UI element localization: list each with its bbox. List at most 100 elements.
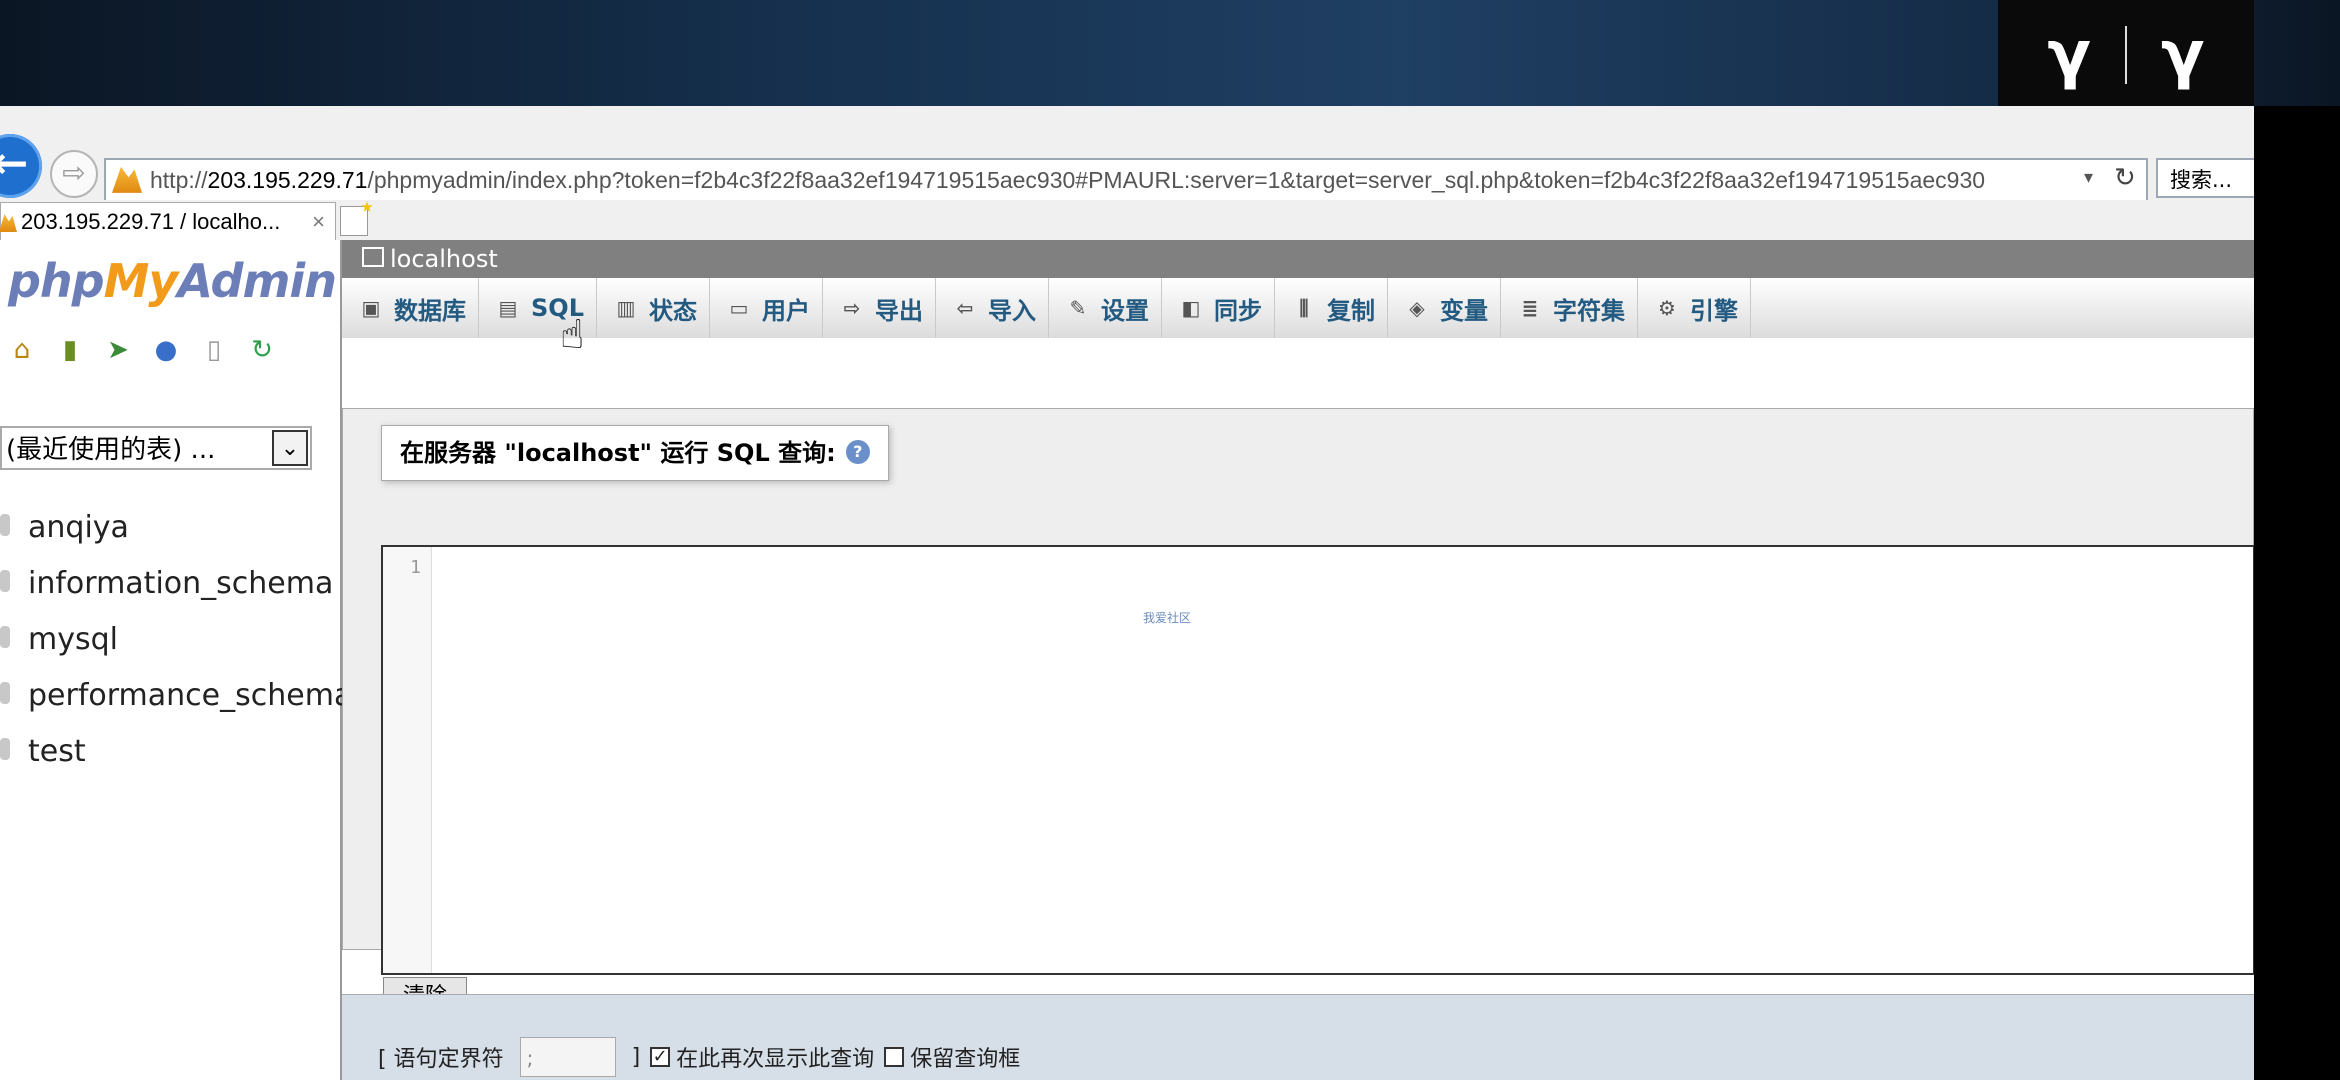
tab-active[interactable]: 203.195.229.71 / localho... × [0,202,336,241]
url-prefix: http:// [150,167,208,193]
new-tab-icon[interactable] [340,206,368,236]
export-icon: ⇨ [843,296,861,320]
database-name: information_schema [28,566,334,601]
reload-icon[interactable]: ↻ [248,336,276,364]
delimiter-close: ] [631,1044,641,1070]
show-query-checkbox[interactable]: ✓ [650,1047,671,1067]
tab-label: 引擎 [1689,296,1738,325]
import-icon: ⇦ [956,296,974,320]
line-gutter: 1 [383,547,432,973]
database-item[interactable]: performance_schema [0,668,352,724]
database-icon [0,569,10,592]
tab-label: 变量 [1439,296,1488,325]
tab-status[interactable]: ▥ 状态 [597,278,710,338]
query-options: [ 语句定界符 ; ] ✓ 在此再次显示此查询 保留查询框 [342,994,2254,1080]
tab-label: 数据库 [394,296,466,325]
status-icon: ▥ [616,296,636,320]
address-bar-area: ← ⇨ http://203.195.229.71/phpmyadmin/ind… [0,106,2254,202]
line-number: 1 [410,557,421,578]
recent-tables-select[interactable]: (最近使用的表) ... ⌄ [0,426,312,470]
database-list: anqiya information_schema mysql performa… [0,500,352,780]
tab-label: 同步 [1213,296,1262,325]
tab-label: 用户 [761,296,810,325]
tab-sync[interactable]: ◧ 同步 [1162,278,1275,338]
database-item[interactable]: mysql [0,612,352,668]
chevron-down-icon[interactable]: ⌄ [272,430,308,466]
delimiter-label: [ 语句定界符 [378,1047,504,1072]
tab-import[interactable]: ⇦ 导入 [936,278,1049,338]
database-name: test [28,734,86,769]
database-icon: ▣ [361,296,381,320]
database-icon [0,513,10,536]
server-breadcrumb: localhost [342,240,2254,278]
channel-logo: γ γ [1998,0,2254,110]
tab-settings[interactable]: ✎ 设置 [1049,278,1162,338]
watermark-text: 我爱社区 [1143,611,1192,625]
docs-icon[interactable]: ● [152,336,180,364]
logo-divider [2125,26,2127,84]
tab-close-icon[interactable]: × [312,203,325,241]
database-name: performance_schema [28,678,353,713]
database-icon [0,625,10,648]
logo-admin: Admin [177,254,337,308]
query-legend-text: 在服务器 "localhost" 运行 SQL 查询: [400,439,836,467]
sql-docs-icon[interactable]: ▯ [200,336,228,364]
query-legend: 在服务器 "localhost" 运行 SQL 查询:? [381,425,889,481]
server-icon [362,247,384,267]
logout-icon[interactable]: ▮ [56,336,84,364]
tab-label: 设置 [1100,296,1149,325]
url-host: 203.195.229.71 [207,167,368,193]
back-button[interactable]: ← [0,134,42,198]
sql-query-panel: 在服务器 "localhost" 运行 SQL 查询:? 1 我爱社区 清除 [… [342,338,2254,1080]
tab-label: 字符集 [1552,296,1625,325]
delimiter-input[interactable]: ; [519,1037,616,1077]
search-input[interactable]: 搜索... [2156,158,2254,198]
home-icon[interactable]: ⌂ [8,336,36,364]
forward-button[interactable]: ⇨ [50,150,98,198]
show-query-label: 在此再次显示此查询 [676,1047,875,1072]
sidebar-nav-icons: ⌂ ▮ ➤ ● ▯ ↻ [8,336,276,364]
tab-label: 状态 [648,296,697,325]
charset-icon: ≣ [1521,296,1539,320]
server-link[interactable]: localhost [390,245,498,273]
logo-my: My [103,254,179,308]
sql-editor[interactable]: 1 我爱社区 [381,545,2254,975]
tab-label: 复制 [1326,296,1375,325]
tab-engines[interactable]: ⚙ 引擎 [1638,278,1751,338]
url-input[interactable]: http://203.195.229.71/phpmyadmin/index.p… [104,158,2148,202]
query-fieldset: 在服务器 "localhost" 运行 SQL 查询:? 1 我爱社区 清除 [342,408,2254,1017]
engines-icon: ⚙ [1658,296,1676,320]
hand-cursor-icon: ☝ [560,312,585,358]
tab-title: 203.195.229.71 / localho... [21,209,281,234]
sync-icon: ◧ [1181,296,1201,320]
tab-label: 导出 [874,296,923,325]
options-row: [ 语句定界符 ; ] ✓ 在此再次显示此查询 保留查询框 [378,1037,1020,1077]
tab-variables[interactable]: ◈ 变量 [1388,278,1501,338]
query-window-icon[interactable]: ➤ [104,336,132,364]
tab-favicon-icon [0,214,17,233]
browser-window: ← ⇨ http://203.195.229.71/phpmyadmin/ind… [0,106,2254,1080]
pma-sidebar: phpMyAdmin ⌂ ▮ ➤ ● ▯ ↻ (最近使用的表) ... ⌄ an… [0,240,352,1080]
pma-main: localhost ▣ 数据库 ▤ SQL ▥ 状态 ▭ 用户 ⇨ 导出 ⇦ 导入 ✎ 设置 … [342,240,2254,1080]
tab-users[interactable]: ▭ 用户 [710,278,823,338]
phpmyadmin-logo[interactable]: phpMyAdmin [8,254,337,308]
tab-replication[interactable]: ⫼ 复制 [1275,278,1388,338]
sql-icon: ▤ [498,296,518,320]
wrench-icon: ✎ [1069,296,1087,320]
database-item[interactable]: information_schema [0,556,352,612]
logo-left-glyph: γ [2047,18,2091,92]
replication-icon: ⫼ [1299,296,1309,320]
pma-favicon-icon [112,166,142,193]
database-item[interactable]: anqiya [0,500,352,556]
database-item[interactable]: test [0,724,352,780]
help-icon[interactable]: ? [845,440,870,464]
recent-tables-value: (最近使用的表) ... [6,435,216,465]
retain-box-checkbox[interactable] [884,1047,905,1067]
tab-charset[interactable]: ≣ 字符集 [1501,278,1638,338]
url-dropdown-icon[interactable]: ▾ [2084,158,2093,198]
refresh-icon[interactable]: ↻ [2114,158,2136,198]
database-name: mysql [28,622,118,657]
tab-databases[interactable]: ▣ 数据库 [342,278,479,338]
database-name: anqiya [28,510,129,545]
tab-export[interactable]: ⇨ 导出 [823,278,936,338]
